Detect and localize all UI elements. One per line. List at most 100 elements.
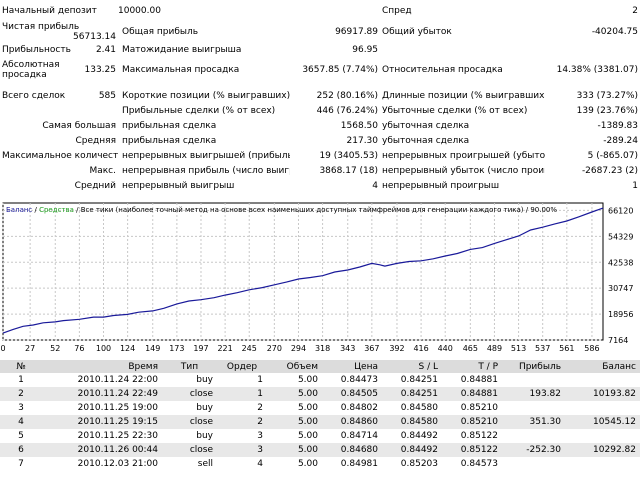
col-time-cell: 2010.11.24 22:49 <box>42 387 162 401</box>
table-row: 4 2010.11.25 19:15 close 2 5.00 0.84860 0.8458… <box>0 415 640 429</box>
col-sl-cell: 0.84251 <box>400 375 438 385</box>
col-number-cell: 4 <box>0 415 42 429</box>
col-number-cell: 7 <box>18 459 24 469</box>
col-price-cell: 0.84981 <box>340 459 378 469</box>
long-positions-label: Длинные позиции (% выигравших) <box>382 90 546 101</box>
x-tick-label: 489 <box>487 344 502 353</box>
expected-payoff-value: 96.95 <box>352 45 379 55</box>
col-volume-cell: 5.00 <box>267 443 322 457</box>
col-time-cell: 2010.12.03 21:00 <box>77 459 158 469</box>
table-row: 7 2010.12.03 21:00 sell 4 5.00 0.84981 0.85203… <box>0 457 640 471</box>
col-balance-cell <box>565 401 640 415</box>
col-price-cell: 0.84505 <box>322 387 382 401</box>
col-sl-cell: 0.85203 <box>400 459 438 469</box>
y-tick-label: 54329 <box>608 232 633 241</box>
col-order-cell: 3 <box>257 431 263 441</box>
x-tick-label: 318 <box>315 344 330 353</box>
col-profit-cell <box>502 429 565 443</box>
largest-loss-label: убыточная сделка <box>382 120 470 131</box>
col-tp-cell: 0.84881 <box>442 387 502 401</box>
max-cons-loss-label: непрерывный убыток (число проигрышей) <box>382 165 545 176</box>
x-tick-label: 100 <box>96 344 111 353</box>
initial-deposit-label: Начальный депозит <box>2 6 97 16</box>
x-tick-label: 221 <box>217 344 232 353</box>
col-tp-cell: 0.85210 <box>442 415 502 429</box>
col-tp-header: T / P <box>442 360 502 373</box>
y-ticks: 66120 54329 42538 30747 18956 7164 <box>608 206 633 345</box>
summary-report: Начальный депозит 10000.00 Спред 2 Чиста… <box>0 0 640 193</box>
col-price-header: Цена <box>322 360 382 373</box>
max-cons-losses-value: 5 (-865.07) <box>587 150 639 161</box>
profit-trades-label: Прибыльные сделки (% от всех) <box>122 105 276 116</box>
rel-drawdown-value: 14.38% (3381.07) <box>556 65 639 75</box>
col-time-cell: 2010.11.25 19:15 <box>42 415 162 429</box>
x-tick-label: 27 <box>25 344 35 353</box>
total-trades-label: Всего сделок 585 <box>2 90 116 101</box>
col-number-header: № <box>0 360 42 373</box>
col-volume-header: Объем <box>267 360 322 373</box>
col-sl-header: S / L <box>382 360 442 373</box>
col-type-cell: close <box>162 387 217 401</box>
x-tick-label: 561 <box>559 344 574 353</box>
x-tick-label: 416 <box>413 344 428 353</box>
col-tp-cell: 0.85122 <box>460 431 498 441</box>
max-drawdown-label: Максимальная просадка <box>122 65 240 75</box>
profit-factor-value: 2.41 <box>95 45 116 55</box>
loss-trades-label: Убыточные сделки (% от всех) <box>382 105 528 116</box>
col-balance-cell <box>565 373 640 387</box>
largest-loss-value: -1389.83 <box>597 120 639 131</box>
table-row: 3 2010.11.25 19:00 buy 2 5.00 0.84802 0.84580 0… <box>0 401 640 415</box>
avg-cons-losses-label: непрерывный проигрыш <box>382 180 500 191</box>
profit-factor-label: Прибыльность 2.41 <box>2 45 116 55</box>
x-ticks: 0 27 52 76 100 124 149 173 197 221 245 270 294 318 343… <box>0 344 599 353</box>
col-tp-cell: 0.84573 <box>460 459 498 469</box>
x-tick-label: 149 <box>145 344 160 353</box>
x-tick-label: 586 <box>584 344 599 353</box>
gross-loss-value: -40204.75 <box>591 27 639 37</box>
x-tick-label: 392 <box>389 344 404 353</box>
col-balance-cell: 10545.12 <box>565 415 640 429</box>
avg-cons-losses-value: 1 <box>632 180 639 191</box>
max-cons-loss-value: -2687.23 (2) <box>581 165 639 176</box>
col-order-cell: 3 <box>217 443 267 457</box>
col-type-cell: sell <box>197 459 213 469</box>
col-price-cell: 0.84473 <box>340 375 378 385</box>
col-time-cell: 2010.11.24 22:00 <box>77 375 158 385</box>
spread-label: Спред <box>382 6 412 16</box>
gross-profit-label: Общая прибыль <box>122 27 199 37</box>
col-volume-cell: 5.00 <box>297 431 318 441</box>
col-type-cell: buy <box>196 431 213 441</box>
col-price-cell: 0.84860 <box>322 415 382 429</box>
max-drawdown-value: 3657.85 (7.74%) <box>302 65 379 75</box>
col-order-cell: 2 <box>217 415 267 429</box>
max-count-label: Максимальное количество <box>2 150 118 161</box>
max-label: Макс. <box>89 165 116 176</box>
col-number-cell: 1 <box>18 375 24 385</box>
gross-loss-label: Общий убыток <box>382 27 452 37</box>
col-profit-cell: 193.82 <box>502 387 565 401</box>
y-tick-label: 42538 <box>608 258 633 267</box>
plot-area <box>2 202 604 341</box>
max-cons-wins-label: непрерывных выигрышей (прибыль) <box>122 150 291 161</box>
x-tick-label: 294 <box>291 344 306 353</box>
x-tick-label: 537 <box>535 344 550 353</box>
long-positions-value: 333 (73.27%) <box>576 90 639 101</box>
col-volume-cell: 5.00 <box>297 459 318 469</box>
col-profit-cell <box>502 373 565 387</box>
col-profit-cell: -252.30 <box>502 443 565 457</box>
col-tp-cell: 0.84881 <box>460 375 498 385</box>
col-type-cell: buy <box>196 403 213 413</box>
col-profit-cell <box>502 457 565 471</box>
col-balance-cell: 10292.82 <box>565 443 640 457</box>
col-time-cell: 2010.11.25 19:00 <box>77 403 158 413</box>
col-order-cell: 2 <box>257 403 263 413</box>
max-cons-wins-value: 19 (3405.53) <box>319 150 379 161</box>
table-row: 2 2010.11.24 22:49 close 1 5.00 0.84505 0.8425… <box>0 387 640 401</box>
col-balance-cell <box>565 429 640 443</box>
abs-drawdown-value: 133.25 <box>84 65 117 75</box>
spread-value: 2 <box>632 6 639 16</box>
max-cons-losses-label: непрерывных проигрышей (убыток) <box>382 150 546 161</box>
largest-profit-value: 1568.50 <box>340 120 379 131</box>
y-tick-label: 30747 <box>608 284 633 293</box>
y-tick-label: 18956 <box>608 310 633 319</box>
